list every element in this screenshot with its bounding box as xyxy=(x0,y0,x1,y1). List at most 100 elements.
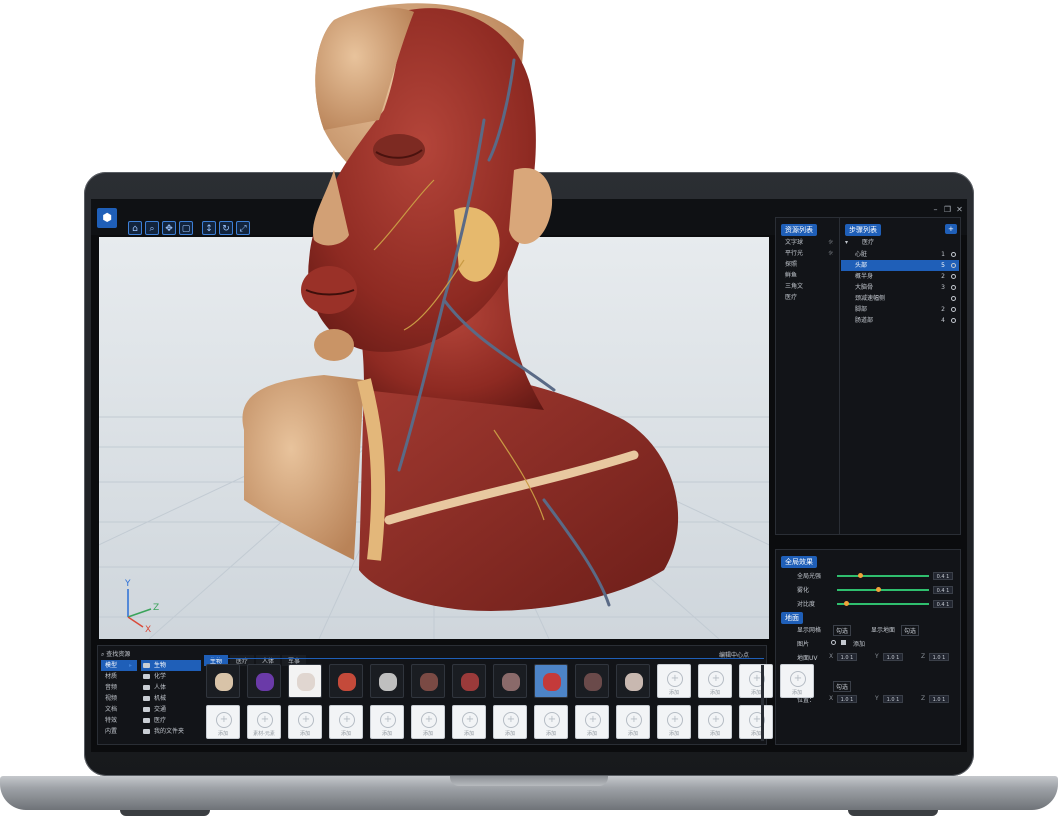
brain-model[interactable] xyxy=(575,664,609,698)
step-item[interactable]: 概半身 2 xyxy=(841,271,959,282)
show-ground-checkbox[interactable]: 勾选 xyxy=(901,625,920,636)
uv-x-input[interactable]: 1.0 1 xyxy=(837,653,857,661)
frame-icon[interactable]: ▢ xyxy=(179,221,193,235)
resource-item[interactable]: 医疗 xyxy=(785,292,803,303)
visibility-icon[interactable] xyxy=(951,252,956,257)
slider-value[interactable]: 0.4 1 xyxy=(933,600,953,608)
home-icon[interactable]: ⌂ xyxy=(128,221,142,235)
jaw-model[interactable] xyxy=(206,664,240,698)
step-item[interactable]: 肠道部 4 xyxy=(841,315,959,326)
radio-icon[interactable] xyxy=(831,640,836,645)
add-step-button[interactable]: + xyxy=(945,224,957,234)
chevron-down-icon[interactable]: ▾ xyxy=(845,239,848,246)
minimize-icon[interactable]: – xyxy=(931,205,940,214)
folder-item[interactable]: 人体 xyxy=(141,682,201,693)
add-asset-slot[interactable]: + 添加 xyxy=(780,664,814,698)
add-asset-slot[interactable]: + 添加 xyxy=(657,705,691,739)
heart-model[interactable] xyxy=(534,664,568,698)
uv-y-input[interactable]: 1.0 1 xyxy=(883,653,903,661)
add-asset-slot[interactable]: + 添加 xyxy=(329,705,363,739)
visibility-icon[interactable] xyxy=(951,307,956,312)
slider-thumb[interactable] xyxy=(858,573,863,578)
folder-icon xyxy=(143,707,150,712)
search-placeholder: 查找资源 xyxy=(106,651,131,658)
visibility-icon[interactable] xyxy=(951,274,956,279)
add-asset-slot[interactable]: + 添加 xyxy=(370,705,404,739)
add-asset-slot[interactable]: + 添加 xyxy=(534,705,568,739)
folder-item[interactable]: 生物 xyxy=(141,660,201,671)
add-asset-slot[interactable]: + 素材-元素 xyxy=(247,705,281,739)
add-asset-slot[interactable]: + 添加 xyxy=(739,705,773,739)
step-item[interactable]: 大脑骨 3 xyxy=(841,282,959,293)
add-asset-slot[interactable]: + 添加 xyxy=(411,705,445,739)
slider-track[interactable] xyxy=(837,589,929,591)
category-item[interactable]: 特效 xyxy=(101,715,137,726)
slider-thumb[interactable] xyxy=(876,587,882,592)
skull-model[interactable] xyxy=(616,664,650,698)
pos-y-input[interactable]: 1.0 1 xyxy=(883,695,903,703)
category-item[interactable]: 材质 xyxy=(101,671,137,682)
character-show-checkbox[interactable]: 勾选 xyxy=(833,681,852,692)
add-asset-slot[interactable]: + 添加 xyxy=(288,705,322,739)
add-asset-slot[interactable]: + 添加 xyxy=(575,705,609,739)
resource-item[interactable]: 三角文 xyxy=(785,281,803,292)
add-asset-slot[interactable]: + 添加 xyxy=(206,705,240,739)
lungs-model[interactable] xyxy=(288,664,322,698)
category-item[interactable]: 音频 xyxy=(101,682,137,693)
folder-item[interactable]: 医疗 xyxy=(141,715,201,726)
step-item[interactable]: 头部 5 xyxy=(841,260,959,271)
resource-item[interactable]: 平行光 xyxy=(785,248,803,259)
uv-z-input[interactable]: 1.0 1 xyxy=(929,653,949,661)
anatomy-head-model[interactable] xyxy=(214,0,694,625)
folder-item[interactable]: 我的文件夹 xyxy=(141,726,201,737)
add-asset-slot[interactable]: + 添加 xyxy=(739,664,773,698)
step-item[interactable]: 心脏 1 xyxy=(841,249,959,260)
show-grid-checkbox[interactable]: 勾选 xyxy=(833,625,852,636)
add-asset-slot[interactable]: + 添加 xyxy=(452,705,486,739)
pan-icon[interactable]: ✥ xyxy=(162,221,176,235)
visibility-icon[interactable] xyxy=(951,296,956,301)
resource-item[interactable]: 探照 xyxy=(785,259,803,270)
add-asset-slot[interactable]: + 添加 xyxy=(698,664,732,698)
visibility-icon[interactable] xyxy=(951,263,956,268)
scrollbar[interactable] xyxy=(761,665,764,741)
add-asset-slot[interactable]: + 添加 xyxy=(493,705,527,739)
close-icon[interactable]: ✕ xyxy=(955,205,964,214)
torso-model[interactable] xyxy=(452,664,486,698)
pos-x-input[interactable]: 1.0 1 xyxy=(837,695,857,703)
folder-item[interactable]: 化学 xyxy=(141,671,201,682)
category-item[interactable]: 文档 xyxy=(101,704,137,715)
app-logo-icon: ⬢ xyxy=(97,208,117,228)
slider-thumb[interactable] xyxy=(844,601,850,606)
resource-item[interactable]: 鲜鱼 xyxy=(785,270,803,281)
folder-item[interactable]: 交通 xyxy=(141,704,201,715)
slider-value[interactable]: 0.4 1 xyxy=(933,572,953,580)
pos-z-input[interactable]: 1.0 1 xyxy=(929,695,949,703)
image-swatch-icon[interactable] xyxy=(841,640,846,645)
category-item[interactable]: 内置 xyxy=(101,726,137,737)
restore-icon[interactable]: ❐ xyxy=(943,205,952,214)
step-item[interactable]: 颈减速幅侧 xyxy=(841,293,959,304)
spine-model[interactable] xyxy=(411,664,445,698)
slider-value[interactable]: 0.4 1 xyxy=(933,586,953,594)
zoom-icon[interactable]: ⌕ xyxy=(145,221,159,235)
image-add-button[interactable]: 添加 xyxy=(853,639,865,648)
virus-model-2[interactable] xyxy=(370,664,404,698)
resource-item[interactable]: 文字球 xyxy=(785,237,803,248)
ear-model[interactable] xyxy=(247,664,281,698)
add-asset-slot[interactable]: + 添加 xyxy=(657,664,691,698)
visibility-icon[interactable] xyxy=(951,285,956,290)
add-asset-slot[interactable]: + 添加 xyxy=(698,705,732,739)
organ-model[interactable] xyxy=(493,664,527,698)
step-item[interactable]: 脚部 2 xyxy=(841,304,959,315)
search-input[interactable]: ⌕ 查找资源 xyxy=(101,649,130,659)
step-item-count: 4 xyxy=(941,317,945,324)
virus-model[interactable] xyxy=(329,664,363,698)
folder-item[interactable]: 机械 xyxy=(141,693,201,704)
slider-track[interactable] xyxy=(837,575,929,577)
slider-track[interactable] xyxy=(837,603,929,605)
category-item[interactable]: 视频 xyxy=(101,693,137,704)
visibility-icon[interactable] xyxy=(951,318,956,323)
add-slot-label: 添加 xyxy=(504,731,515,737)
add-asset-slot[interactable]: + 添加 xyxy=(616,705,650,739)
